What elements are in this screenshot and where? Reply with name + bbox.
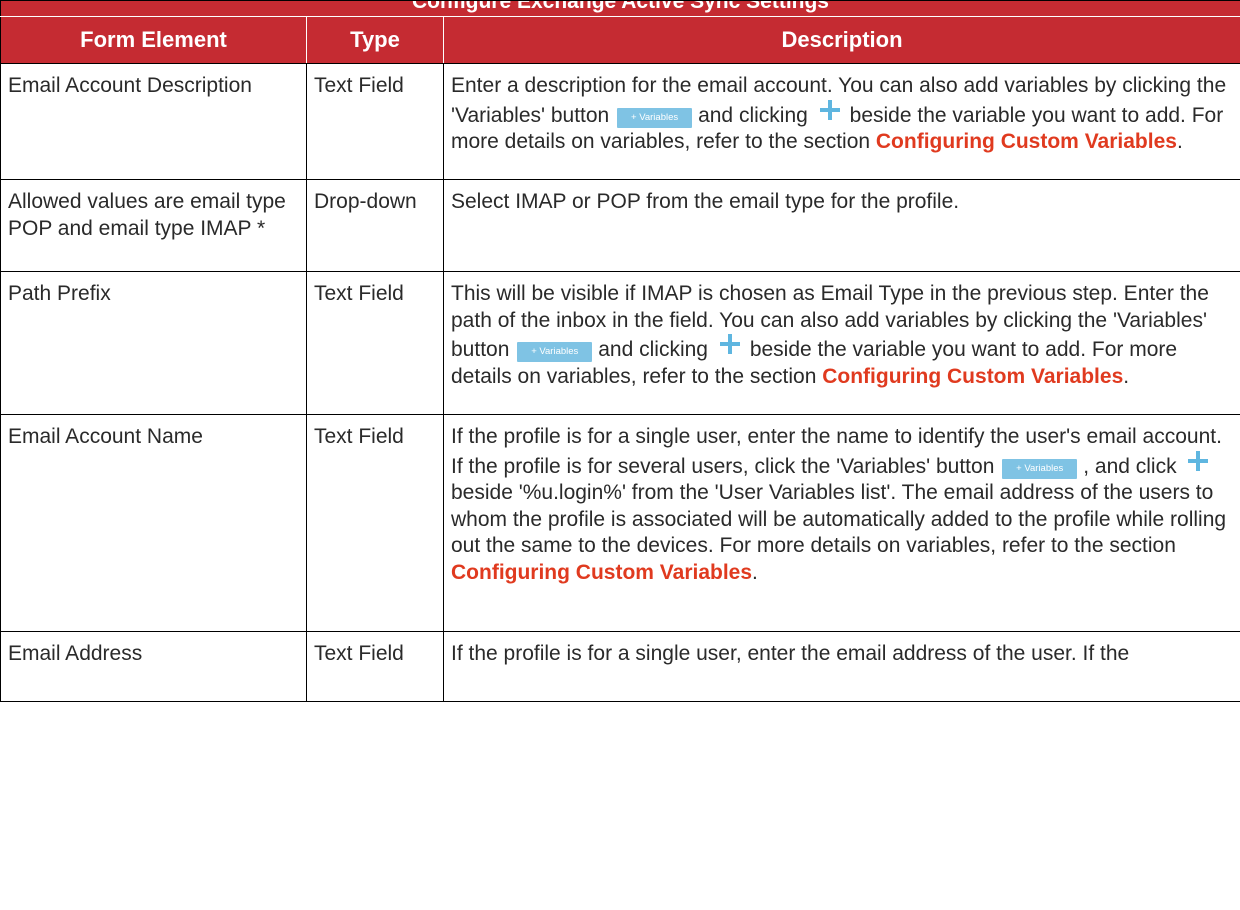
type-cell: Text Field xyxy=(306,63,444,180)
header-type: Type xyxy=(306,16,444,64)
description-cell: If the profile is for a single user, ent… xyxy=(442,414,1240,632)
type-cell: Drop-down xyxy=(306,179,444,272)
table-row: Path Prefix Text Field This will be visi… xyxy=(0,271,1240,415)
table-row: Email Account Description Text Field Ent… xyxy=(0,63,1240,180)
type-cell: Text Field xyxy=(306,271,444,415)
table-row: Email Account Name Text Field If the pro… xyxy=(0,414,1240,632)
settings-table: Configure Exchange Active Sync Settings … xyxy=(0,0,1240,702)
configuring-custom-variables-link[interactable]: Configuring Custom Variables xyxy=(876,130,1177,153)
description-cell: If the profile is for a single user, ent… xyxy=(442,631,1240,702)
variables-button: + Variables xyxy=(517,342,593,362)
table-caption: Configure Exchange Active Sync Settings xyxy=(0,0,1240,17)
configuring-custom-variables-link[interactable]: Configuring Custom Variables xyxy=(451,561,752,584)
form-element-cell: Email Account Description xyxy=(0,63,307,180)
type-cell: Text Field xyxy=(306,631,444,702)
header-form-element: Form Element xyxy=(0,16,307,64)
type-cell: Text Field xyxy=(306,414,444,632)
plus-icon xyxy=(719,334,740,354)
form-element-cell: Allowed values are email type POP and em… xyxy=(0,179,307,272)
form-element-cell: Email Address xyxy=(0,631,307,702)
description-cell: This will be visible if IMAP is chosen a… xyxy=(442,271,1240,415)
form-element-cell: Email Account Name xyxy=(0,414,307,632)
table-row: Allowed values are email type POP and em… xyxy=(0,179,1240,272)
configuring-custom-variables-link[interactable]: Configuring Custom Variables xyxy=(822,365,1123,388)
variables-button: + Variables xyxy=(1002,458,1078,479)
table-caption-row: Configure Exchange Active Sync Settings xyxy=(0,0,1240,17)
form-element-cell: Path Prefix xyxy=(0,271,307,415)
table-header-row: Form Element Type Description xyxy=(0,16,1240,64)
header-description: Description xyxy=(442,16,1240,64)
plus-icon xyxy=(819,99,840,120)
variables-button: + Variables xyxy=(617,107,693,128)
table-row: Email Address Text Field If the profile … xyxy=(0,631,1240,702)
plus-icon xyxy=(1188,450,1209,471)
description-cell: Enter a description for the email accoun… xyxy=(442,63,1240,180)
description-cell: Select IMAP or POP from the email type f… xyxy=(442,179,1240,272)
